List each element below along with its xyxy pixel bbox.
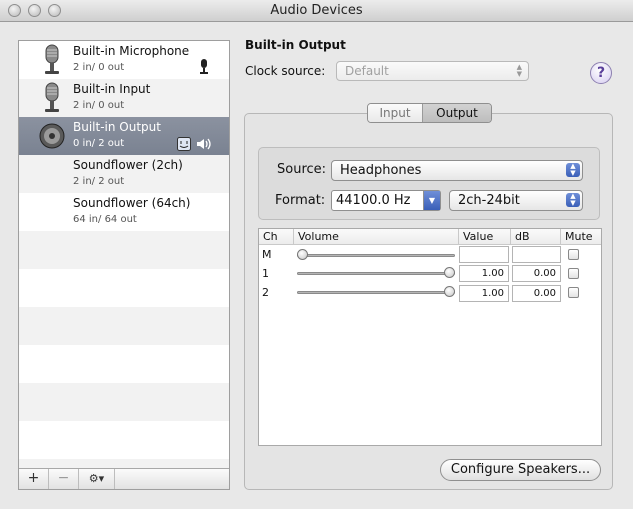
channel-label: 1 [262,267,269,280]
tab-output[interactable]: Output [423,104,491,122]
device-io: 2 in/ 0 out [73,100,125,111]
clock-source-label: Clock source: [245,64,326,78]
device-list[interactable]: Built-in Microphone 2 in/ 0 out Built-in… [18,40,230,490]
add-device-button[interactable]: + [19,469,49,489]
device-name: Built-in Microphone [73,44,190,58]
up-down-arrows-icon: ▲ ▼ [566,193,580,207]
tab-input[interactable]: Input [368,104,423,122]
volume-slider-knob[interactable] [444,286,455,297]
list-stripe [19,307,229,345]
speaker-volume-icon [197,138,211,150]
speaker-icon [39,123,65,149]
mute-checkbox[interactable] [568,268,579,279]
action-menu-button[interactable]: ⚙▾ [79,469,115,489]
input-output-segmented-control[interactable]: Input Output [367,103,492,123]
source-popup[interactable]: Headphones ▲ ▼ [331,160,583,181]
finder-icon [177,137,191,151]
volume-slider-knob[interactable] [297,249,308,260]
db-field[interactable] [512,246,561,263]
window-title: Audio Devices [270,3,363,18]
bit-format-value: 2ch-24bit [458,193,520,208]
channel-volume-table: Ch Volume Value dB Mute M 1 1.00 0.00 2 … [258,228,602,446]
device-io: 0 in/ 2 out [73,138,125,149]
column-header-ch: Ch [259,229,294,245]
device-item-built-in-output[interactable]: Built-in Output 0 in/ 2 out [19,117,229,155]
volume-slider-track[interactable] [297,291,455,294]
clock-source-value: Default [345,64,389,78]
mute-checkbox[interactable] [568,249,579,260]
device-item-soundflower-2ch[interactable]: Soundflower (2ch) 2 in/ 2 out [19,155,229,193]
list-stripe [19,231,229,269]
clock-source-popup[interactable]: Default ▲ ▼ [336,61,529,81]
device-io: 2 in/ 0 out [73,62,125,73]
value-field[interactable] [459,246,509,263]
list-stripe [19,383,229,421]
microphone-icon [45,44,59,74]
volume-slider-knob[interactable] [444,267,455,278]
device-name: Soundflower (2ch) [73,158,183,172]
configure-speakers-button[interactable]: Configure Speakers... [440,459,601,481]
channel-label: M [262,248,272,261]
format-label: Format: [275,193,326,208]
remove-device-button[interactable]: − [49,469,79,489]
channel-label: 2 [262,286,269,299]
device-item-built-in-input[interactable]: Built-in Input 2 in/ 0 out [19,79,229,117]
column-header-mute: Mute [561,229,601,245]
sample-rate-value: 44100.0 Hz [336,193,411,208]
column-header-value: Value [459,229,511,245]
device-name: Built-in Input [73,82,151,96]
up-down-arrows-icon: ▲ ▼ [516,63,522,78]
chevron-down-icon[interactable]: ▼ [423,191,440,210]
value-field[interactable]: 1.00 [459,265,509,282]
sample-rate-combo[interactable]: 44100.0 Hz ▼ [331,190,441,211]
device-item-built-in-microphone[interactable]: Built-in Microphone 2 in/ 0 out [19,41,229,79]
db-field[interactable]: 0.00 [512,285,561,302]
column-header-db: dB [511,229,561,245]
value-field[interactable]: 1.00 [459,285,509,302]
device-item-soundflower-64ch[interactable]: Soundflower (64ch) 64 in/ 64 out [19,193,229,231]
device-io: 2 in/ 2 out [73,176,125,187]
mute-checkbox[interactable] [568,287,579,298]
volume-slider-track[interactable] [297,254,455,257]
bit-format-popup[interactable]: 2ch-24bit ▲ ▼ [449,190,583,211]
source-label: Source: [277,162,327,177]
microphone-small-icon [200,59,208,74]
device-io: 64 in/ 64 out [73,214,137,225]
column-header-volume: Volume [294,229,459,245]
microphone-icon [45,82,59,112]
device-title: Built-in Output [245,38,346,52]
title-bar: Audio Devices [0,0,633,22]
device-name: Soundflower (64ch) [73,196,191,210]
db-field[interactable]: 0.00 [512,265,561,282]
device-name: Built-in Output [73,120,161,134]
help-button[interactable]: ? [590,62,612,84]
device-list-toolbar: + − ⚙▾ [19,468,229,489]
up-down-arrows-icon: ▲ ▼ [566,163,580,177]
source-value: Headphones [340,163,422,178]
volume-slider-track[interactable] [297,272,455,275]
